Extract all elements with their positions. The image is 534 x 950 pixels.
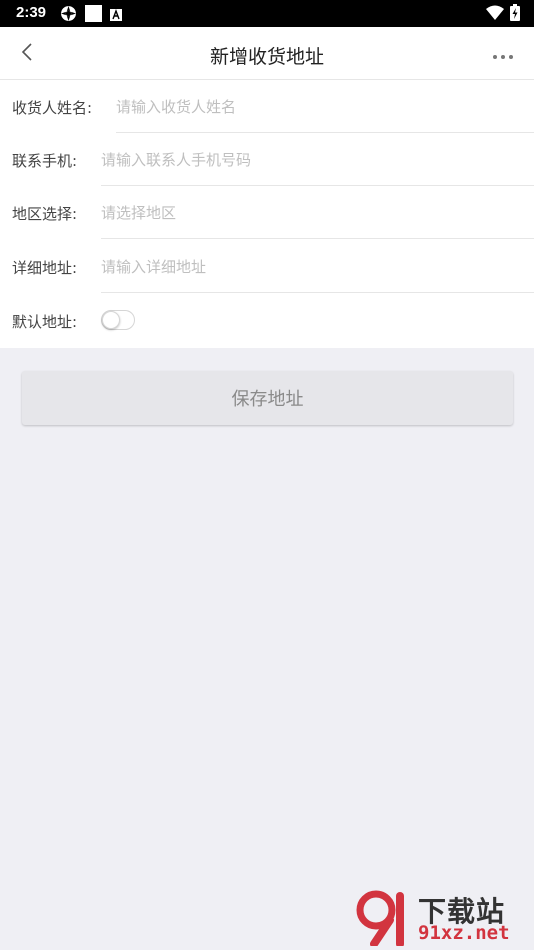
name-input[interactable] [116,93,516,120]
address-form: 收货人姓名: 联系手机: 地区选择: 详细地址: 默认地址: [0,80,534,348]
toggle-knob [102,311,120,329]
status-left-icons [60,5,122,26]
phone-label: 联系手机: [12,152,78,170]
region-label: 地区选择: [12,205,78,223]
phone-input[interactable] [101,146,516,173]
more-button[interactable] [490,45,516,63]
form-row-phone: 联系手机: [0,133,534,186]
save-address-button[interactable]: 保存地址 [22,371,513,425]
a-box-icon [110,6,122,25]
divider [101,238,534,239]
settings-cog-icon [60,5,77,26]
nav-bar: 新增收货地址 [0,27,534,80]
watermark: 下载站 91xz.net [356,888,528,948]
form-row-name: 收货人姓名: [0,80,534,133]
region-select-input[interactable] [101,199,516,226]
watermark-logo-icon [356,890,414,950]
white-square-icon [85,5,102,26]
form-row-address: 详细地址: [0,240,534,293]
status-right-icons [486,4,520,25]
default-address-toggle[interactable] [101,310,135,330]
battery-charging-icon [510,4,520,25]
status-time: 2:39 [16,4,47,21]
status-bar: 2:39 [0,0,534,27]
form-row-region: 地区选择: [0,186,534,239]
wifi-icon [486,5,504,24]
watermark-url: 91xz.net [418,922,510,944]
address-label: 详细地址: [12,259,78,277]
page-title: 新增收货地址 [209,46,324,68]
default-address-label: 默认地址: [12,313,78,331]
more-dots-icon [492,45,514,64]
divider [101,292,534,293]
address-input[interactable] [101,253,516,280]
name-label: 收货人姓名: [12,99,93,117]
form-row-default: 默认地址: [0,294,534,347]
